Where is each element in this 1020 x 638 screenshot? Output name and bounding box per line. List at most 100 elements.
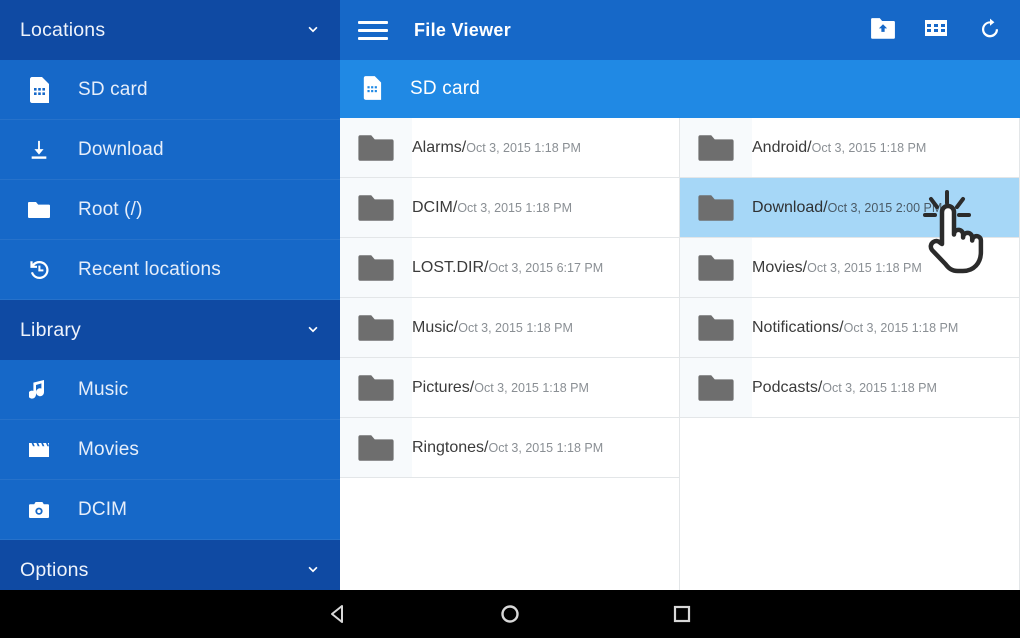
- file-item-date: Oct 3, 2015 1:18 PM: [466, 140, 581, 155]
- file-item-name: Podcasts/: [752, 378, 823, 396]
- folder-icon: [680, 238, 752, 297]
- home-button[interactable]: [424, 603, 596, 625]
- folder-icon: [680, 298, 752, 357]
- sidebar-section-title: Library: [20, 318, 82, 341]
- sidebar-item-label: Recent locations: [78, 258, 221, 280]
- folder-icon: [698, 194, 734, 221]
- file-list-item[interactable]: Music/Oct 3, 2015 1:18 PM: [340, 298, 679, 358]
- file-item-date: Oct 3, 2015 1:18 PM: [811, 140, 927, 155]
- file-list: Alarms/Oct 3, 2015 1:18 PM DCIM/Oct 3, 20…: [340, 118, 1020, 590]
- folder-icon: [340, 178, 412, 237]
- file-list-item[interactable]: LOST.DIR/Oct 3, 2015 6:17 PM: [340, 238, 679, 298]
- file-list-column-left: Alarms/Oct 3, 2015 1:18 PM DCIM/Oct 3, 20…: [340, 118, 680, 590]
- sidebar-item-dcim[interactable]: DCIM: [0, 480, 340, 540]
- app-bar: File Viewer: [340, 0, 1020, 60]
- sidebar-item-sd-card[interactable]: SD card: [0, 60, 340, 120]
- file-item-date: Oct 3, 2015 6:17 PM: [488, 260, 604, 275]
- file-item-meta: Movies/Oct 3, 2015 1:18 PM: [752, 258, 922, 278]
- sidebar-section-title: Options: [20, 558, 89, 581]
- file-item-name: Download/: [752, 198, 828, 216]
- file-item-name: Alarms/: [412, 138, 467, 156]
- file-item-date: Oct 3, 2015 1:18 PM: [488, 440, 604, 455]
- folder-icon: [698, 134, 734, 161]
- chevron-down-icon[interactable]: [304, 561, 322, 579]
- grid-view-icon[interactable]: [924, 17, 950, 43]
- page-title: File Viewer: [414, 19, 512, 40]
- file-item-date: Oct 3, 2015 2:00 PM: [827, 200, 943, 215]
- sidebar-section-title: Locations: [20, 18, 106, 41]
- sidebar-item-movies[interactable]: Movies: [0, 420, 340, 480]
- sidebar-section-header-library[interactable]: Library: [0, 300, 340, 360]
- folder-icon: [698, 254, 734, 281]
- sidebar-item-label: Music: [78, 378, 129, 400]
- file-item-date: Oct 3, 2015 1:18 PM: [458, 320, 573, 335]
- file-list-item[interactable]: Download/Oct 3, 2015 2:00 PM: [680, 178, 1019, 238]
- device-frame: Locations SD card Download Root (/) Rece…: [0, 0, 1020, 638]
- file-list-item[interactable]: Ringtones/Oct 3, 2015 1:18 PM: [340, 418, 679, 478]
- sd-card-icon: [362, 76, 388, 102]
- recents-button[interactable]: [596, 603, 768, 625]
- sidebar-item-label: Movies: [78, 438, 140, 460]
- folder-icon: [698, 314, 734, 341]
- file-item-date: Oct 3, 2015 1:18 PM: [822, 380, 937, 395]
- folder-icon: [680, 118, 752, 177]
- sidebar-section-header-options[interactable]: Options: [0, 540, 340, 590]
- square-recents-icon: [673, 605, 691, 623]
- create-folder-icon[interactable]: [870, 17, 896, 43]
- file-item-date: Oct 3, 2015 1:18 PM: [457, 200, 572, 215]
- file-item-name: Movies/: [752, 258, 808, 276]
- circle-home-icon: [501, 605, 519, 623]
- refresh-icon[interactable]: [978, 17, 1004, 43]
- triangle-back-icon: [331, 605, 343, 623]
- camera-icon: [22, 496, 56, 524]
- file-list-item[interactable]: Movies/Oct 3, 2015 1:18 PM: [680, 238, 1019, 298]
- download-icon: [22, 136, 56, 164]
- file-item-name: Pictures/: [412, 378, 475, 396]
- main-content: File Viewer SD card Alarms/Oct 3, 2015 1…: [340, 0, 1020, 590]
- sidebar-item-label: SD card: [78, 78, 148, 100]
- chevron-down-icon[interactable]: [304, 21, 322, 39]
- app-screen: Locations SD card Download Root (/) Rece…: [0, 0, 1020, 590]
- file-item-date: Oct 3, 2015 1:18 PM: [807, 260, 922, 275]
- sidebar-item-recent-locations[interactable]: Recent locations: [0, 240, 340, 300]
- file-item-name: LOST.DIR/: [412, 258, 489, 276]
- file-item-date: Oct 3, 2015 1:18 PM: [474, 380, 589, 395]
- hamburger-menu-icon[interactable]: [358, 15, 388, 45]
- file-item-name: Notifications/: [752, 318, 844, 336]
- sidebar-item-root[interactable]: Root (/): [0, 180, 340, 240]
- sidebar-item-music[interactable]: Music: [0, 360, 340, 420]
- file-list-item[interactable]: Alarms/Oct 3, 2015 1:18 PM: [340, 118, 679, 178]
- file-item-meta: LOST.DIR/Oct 3, 2015 6:17 PM: [412, 258, 603, 278]
- breadcrumb-label: SD card: [410, 78, 481, 99]
- file-list-item[interactable]: Pictures/Oct 3, 2015 1:18 PM: [340, 358, 679, 418]
- sidebar-section-header-locations[interactable]: Locations: [0, 0, 340, 60]
- folder-icon: [698, 374, 734, 401]
- folder-icon: [358, 374, 394, 401]
- sidebar-item-label: Download: [78, 138, 164, 160]
- folder-icon: [340, 118, 412, 177]
- file-item-meta: Ringtones/Oct 3, 2015 1:18 PM: [412, 438, 603, 458]
- file-list-item[interactable]: Android/Oct 3, 2015 1:18 PM: [680, 118, 1019, 178]
- chevron-down-icon[interactable]: [304, 321, 322, 339]
- file-item-meta: Notifications/Oct 3, 2015 1:18 PM: [752, 318, 958, 338]
- file-list-column-right: Android/Oct 3, 2015 1:18 PM Download/Oct …: [680, 118, 1020, 590]
- file-item-name: Music/: [412, 318, 459, 336]
- breadcrumb[interactable]: SD card: [340, 60, 1020, 118]
- file-item-name: Ringtones/: [412, 438, 489, 456]
- navigation-drawer: Locations SD card Download Root (/) Rece…: [0, 0, 340, 590]
- file-list-item[interactable]: Notifications/Oct 3, 2015 1:18 PM: [680, 298, 1019, 358]
- folder-icon: [22, 196, 56, 224]
- file-list-empty-slot: [680, 418, 1019, 478]
- file-item-meta: Music/Oct 3, 2015 1:18 PM: [412, 318, 573, 338]
- folder-icon: [340, 418, 412, 477]
- file-item-date: Oct 3, 2015 1:18 PM: [843, 320, 959, 335]
- file-item-meta: DCIM/Oct 3, 2015 1:18 PM: [412, 198, 572, 218]
- sidebar-item-label: Root (/): [78, 198, 143, 220]
- sidebar-item-download[interactable]: Download: [0, 120, 340, 180]
- back-button[interactable]: [252, 603, 424, 625]
- file-list-item[interactable]: Podcasts/Oct 3, 2015 1:18 PM: [680, 358, 1019, 418]
- android-navigation-bar: [0, 590, 1020, 638]
- folder-icon: [340, 298, 412, 357]
- file-list-item[interactable]: DCIM/Oct 3, 2015 1:18 PM: [340, 178, 679, 238]
- music-note-icon: [22, 376, 56, 404]
